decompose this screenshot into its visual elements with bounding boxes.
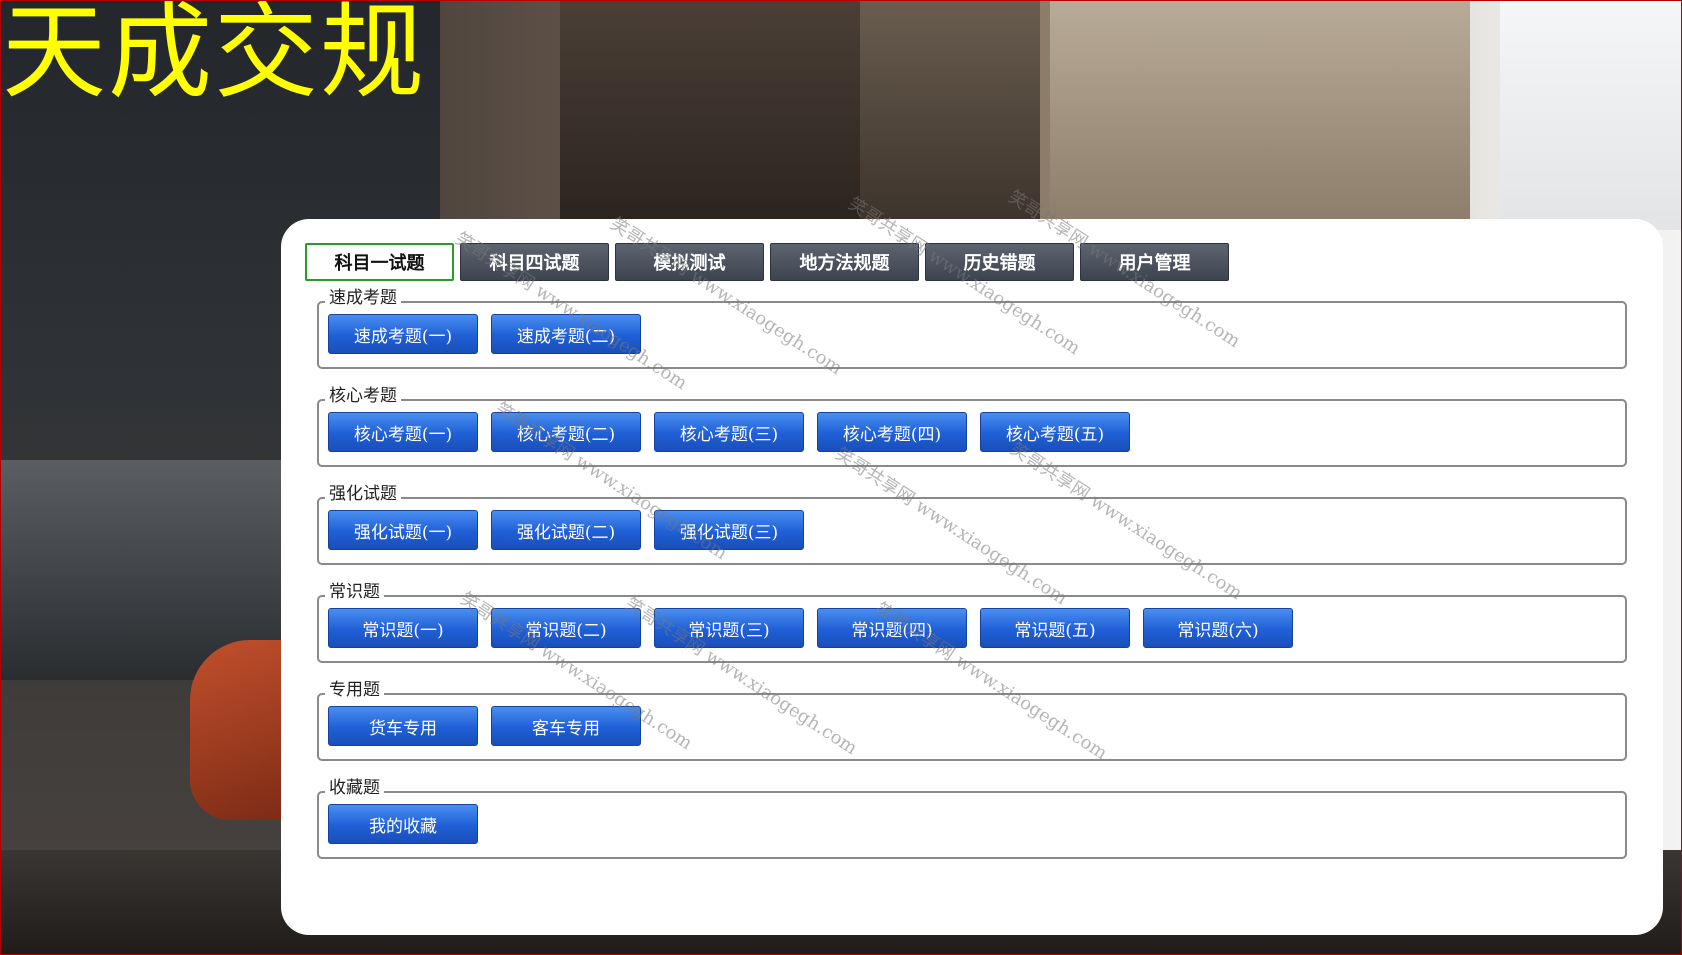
common-sense-2-button[interactable]: 常识题(二) — [491, 608, 641, 648]
group-legend: 专用题 — [325, 679, 384, 701]
group-special-questions: 专用题 货车专用 客车专用 — [317, 679, 1627, 761]
common-sense-5-button[interactable]: 常识题(五) — [980, 608, 1130, 648]
common-sense-6-button[interactable]: 常识题(六) — [1143, 608, 1293, 648]
tab-subject-four[interactable]: 科目四试题 — [460, 243, 609, 281]
app-logo-title: 天成交规 — [2, 0, 427, 113]
group-legend: 核心考题 — [325, 385, 401, 407]
intensive-questions-2-button[interactable]: 强化试题(二) — [491, 510, 641, 550]
core-questions-5-button[interactable]: 核心考题(五) — [980, 412, 1130, 452]
group-legend: 收藏题 — [325, 777, 384, 799]
quick-questions-1-button[interactable]: 速成考题(一) — [328, 314, 478, 354]
tab-user-management[interactable]: 用户管理 — [1080, 243, 1229, 281]
group-favorites: 收藏题 我的收藏 — [317, 777, 1627, 859]
truck-special-button[interactable]: 货车专用 — [328, 706, 478, 746]
quick-questions-2-button[interactable]: 速成考题(二) — [491, 314, 641, 354]
tab-bar: 科目一试题 科目四试题 模拟测试 地方法规题 历史错题 用户管理 — [305, 243, 1229, 281]
common-sense-3-button[interactable]: 常识题(三) — [654, 608, 804, 648]
core-questions-2-button[interactable]: 核心考题(二) — [491, 412, 641, 452]
group-legend: 常识题 — [325, 581, 384, 603]
my-favorites-button[interactable]: 我的收藏 — [328, 804, 478, 844]
tab-local-regulations[interactable]: 地方法规题 — [770, 243, 919, 281]
intensive-questions-1-button[interactable]: 强化试题(一) — [328, 510, 478, 550]
core-questions-3-button[interactable]: 核心考题(三) — [654, 412, 804, 452]
group-legend: 速成考题 — [325, 287, 401, 309]
main-panel: 科目一试题 科目四试题 模拟测试 地方法规题 历史错题 用户管理 速成考题 速成… — [281, 219, 1663, 935]
group-quick-questions: 速成考题 速成考题(一) 速成考题(二) — [317, 287, 1627, 369]
tab-subject-one[interactable]: 科目一试题 — [305, 243, 454, 281]
group-common-sense-questions: 常识题 常识题(一) 常识题(二) 常识题(三) 常识题(四) 常识题(五) 常… — [317, 581, 1627, 663]
bus-special-button[interactable]: 客车专用 — [491, 706, 641, 746]
common-sense-1-button[interactable]: 常识题(一) — [328, 608, 478, 648]
core-questions-4-button[interactable]: 核心考题(四) — [817, 412, 967, 452]
tab-mistake-history[interactable]: 历史错题 — [925, 243, 1074, 281]
group-intensive-questions: 强化试题 强化试题(一) 强化试题(二) 强化试题(三) — [317, 483, 1627, 565]
question-groups: 速成考题 速成考题(一) 速成考题(二) 核心考题 核心考题(一) 核心考题(二… — [317, 287, 1627, 889]
core-questions-1-button[interactable]: 核心考题(一) — [328, 412, 478, 452]
common-sense-4-button[interactable]: 常识题(四) — [817, 608, 967, 648]
intensive-questions-3-button[interactable]: 强化试题(三) — [654, 510, 804, 550]
group-legend: 强化试题 — [325, 483, 401, 505]
tab-mock-test[interactable]: 模拟测试 — [615, 243, 764, 281]
group-core-questions: 核心考题 核心考题(一) 核心考题(二) 核心考题(三) 核心考题(四) 核心考… — [317, 385, 1627, 467]
